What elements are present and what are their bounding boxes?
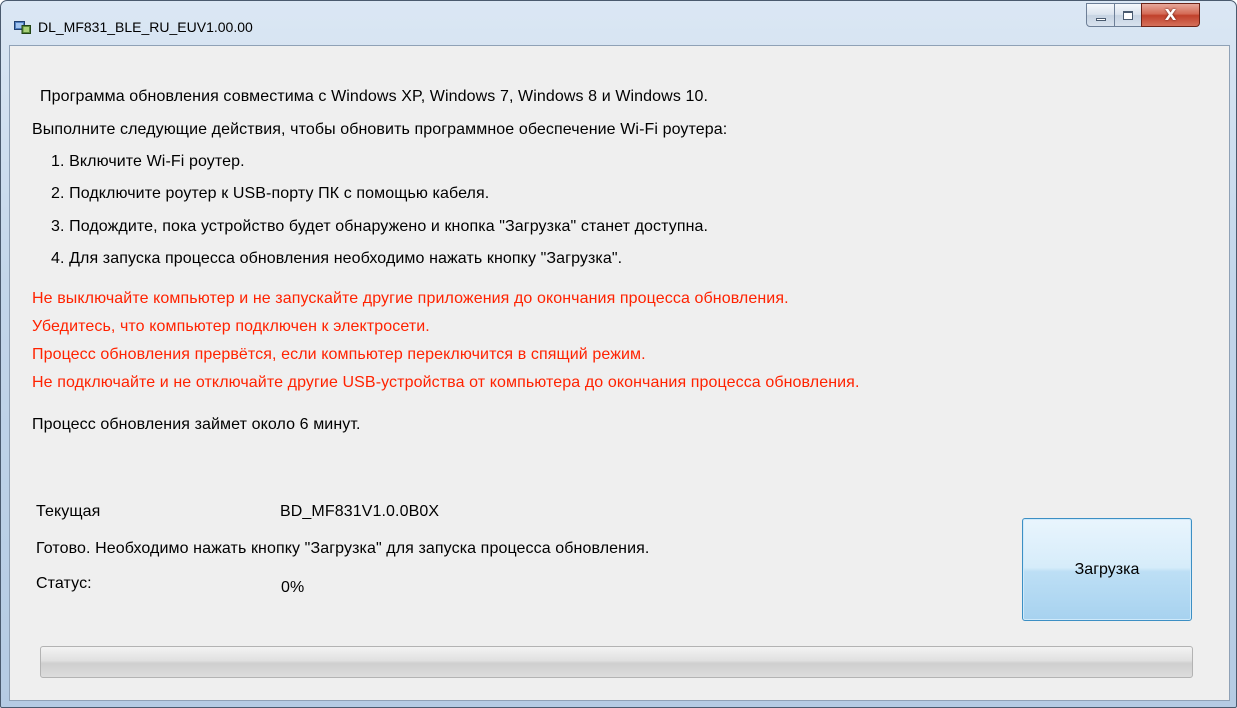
status-value: 0% <box>281 579 305 596</box>
window-title: DL_MF831_BLE_RU_EUV1.00.00 <box>38 19 253 35</box>
ready-message: Готово. Необходимо нажать кнопку "Загруз… <box>36 540 650 557</box>
step-item: 2. Подключите роутер к USB-порту ПК с по… <box>51 185 490 202</box>
client-area: Программа обновления совместима с Window… <box>9 45 1230 701</box>
step-item: 1. Включите Wi-Fi роутер. <box>51 153 245 170</box>
warning-text: Убедитесь, что компьютер подключен к эле… <box>32 318 430 335</box>
progress-bar <box>40 646 1193 678</box>
download-button[interactable]: Загрузка <box>1022 518 1192 621</box>
maximize-icon <box>1123 10 1133 20</box>
instructions-heading: Выполните следующие действия, чтобы обно… <box>32 121 728 138</box>
minimize-button[interactable] <box>1086 3 1115 27</box>
warning-text: Процесс обновления прервётся, если компь… <box>32 346 646 363</box>
warning-text: Не выключайте компьютер и не запускайте … <box>32 290 789 307</box>
minimize-icon <box>1095 17 1106 21</box>
app-icon <box>14 21 31 34</box>
close-button[interactable]: X <box>1141 3 1200 27</box>
step-item: 4. Для запуска процесса обновления необх… <box>51 250 623 267</box>
maximize-button[interactable] <box>1114 3 1142 27</box>
warning-text: Не подключайте и не отключайте другие US… <box>32 374 860 391</box>
duration-note: Процесс обновления займет около 6 минут. <box>32 416 361 433</box>
current-version-label: Текущая <box>36 503 101 520</box>
close-icon: X <box>1164 6 1177 24</box>
step-item: 3. Подождите, пока устройство будет обна… <box>51 218 709 235</box>
updater-window: DL_MF831_BLE_RU_EUV1.00.00 X Программа о… <box>0 0 1237 708</box>
current-version-value: BD_MF831V1.0.0B0X <box>280 503 440 520</box>
title-bar[interactable]: DL_MF831_BLE_RU_EUV1.00.00 X <box>1 1 1236 45</box>
status-label: Статус: <box>36 575 92 592</box>
compat-text: Программа обновления совместима с Window… <box>40 88 709 105</box>
